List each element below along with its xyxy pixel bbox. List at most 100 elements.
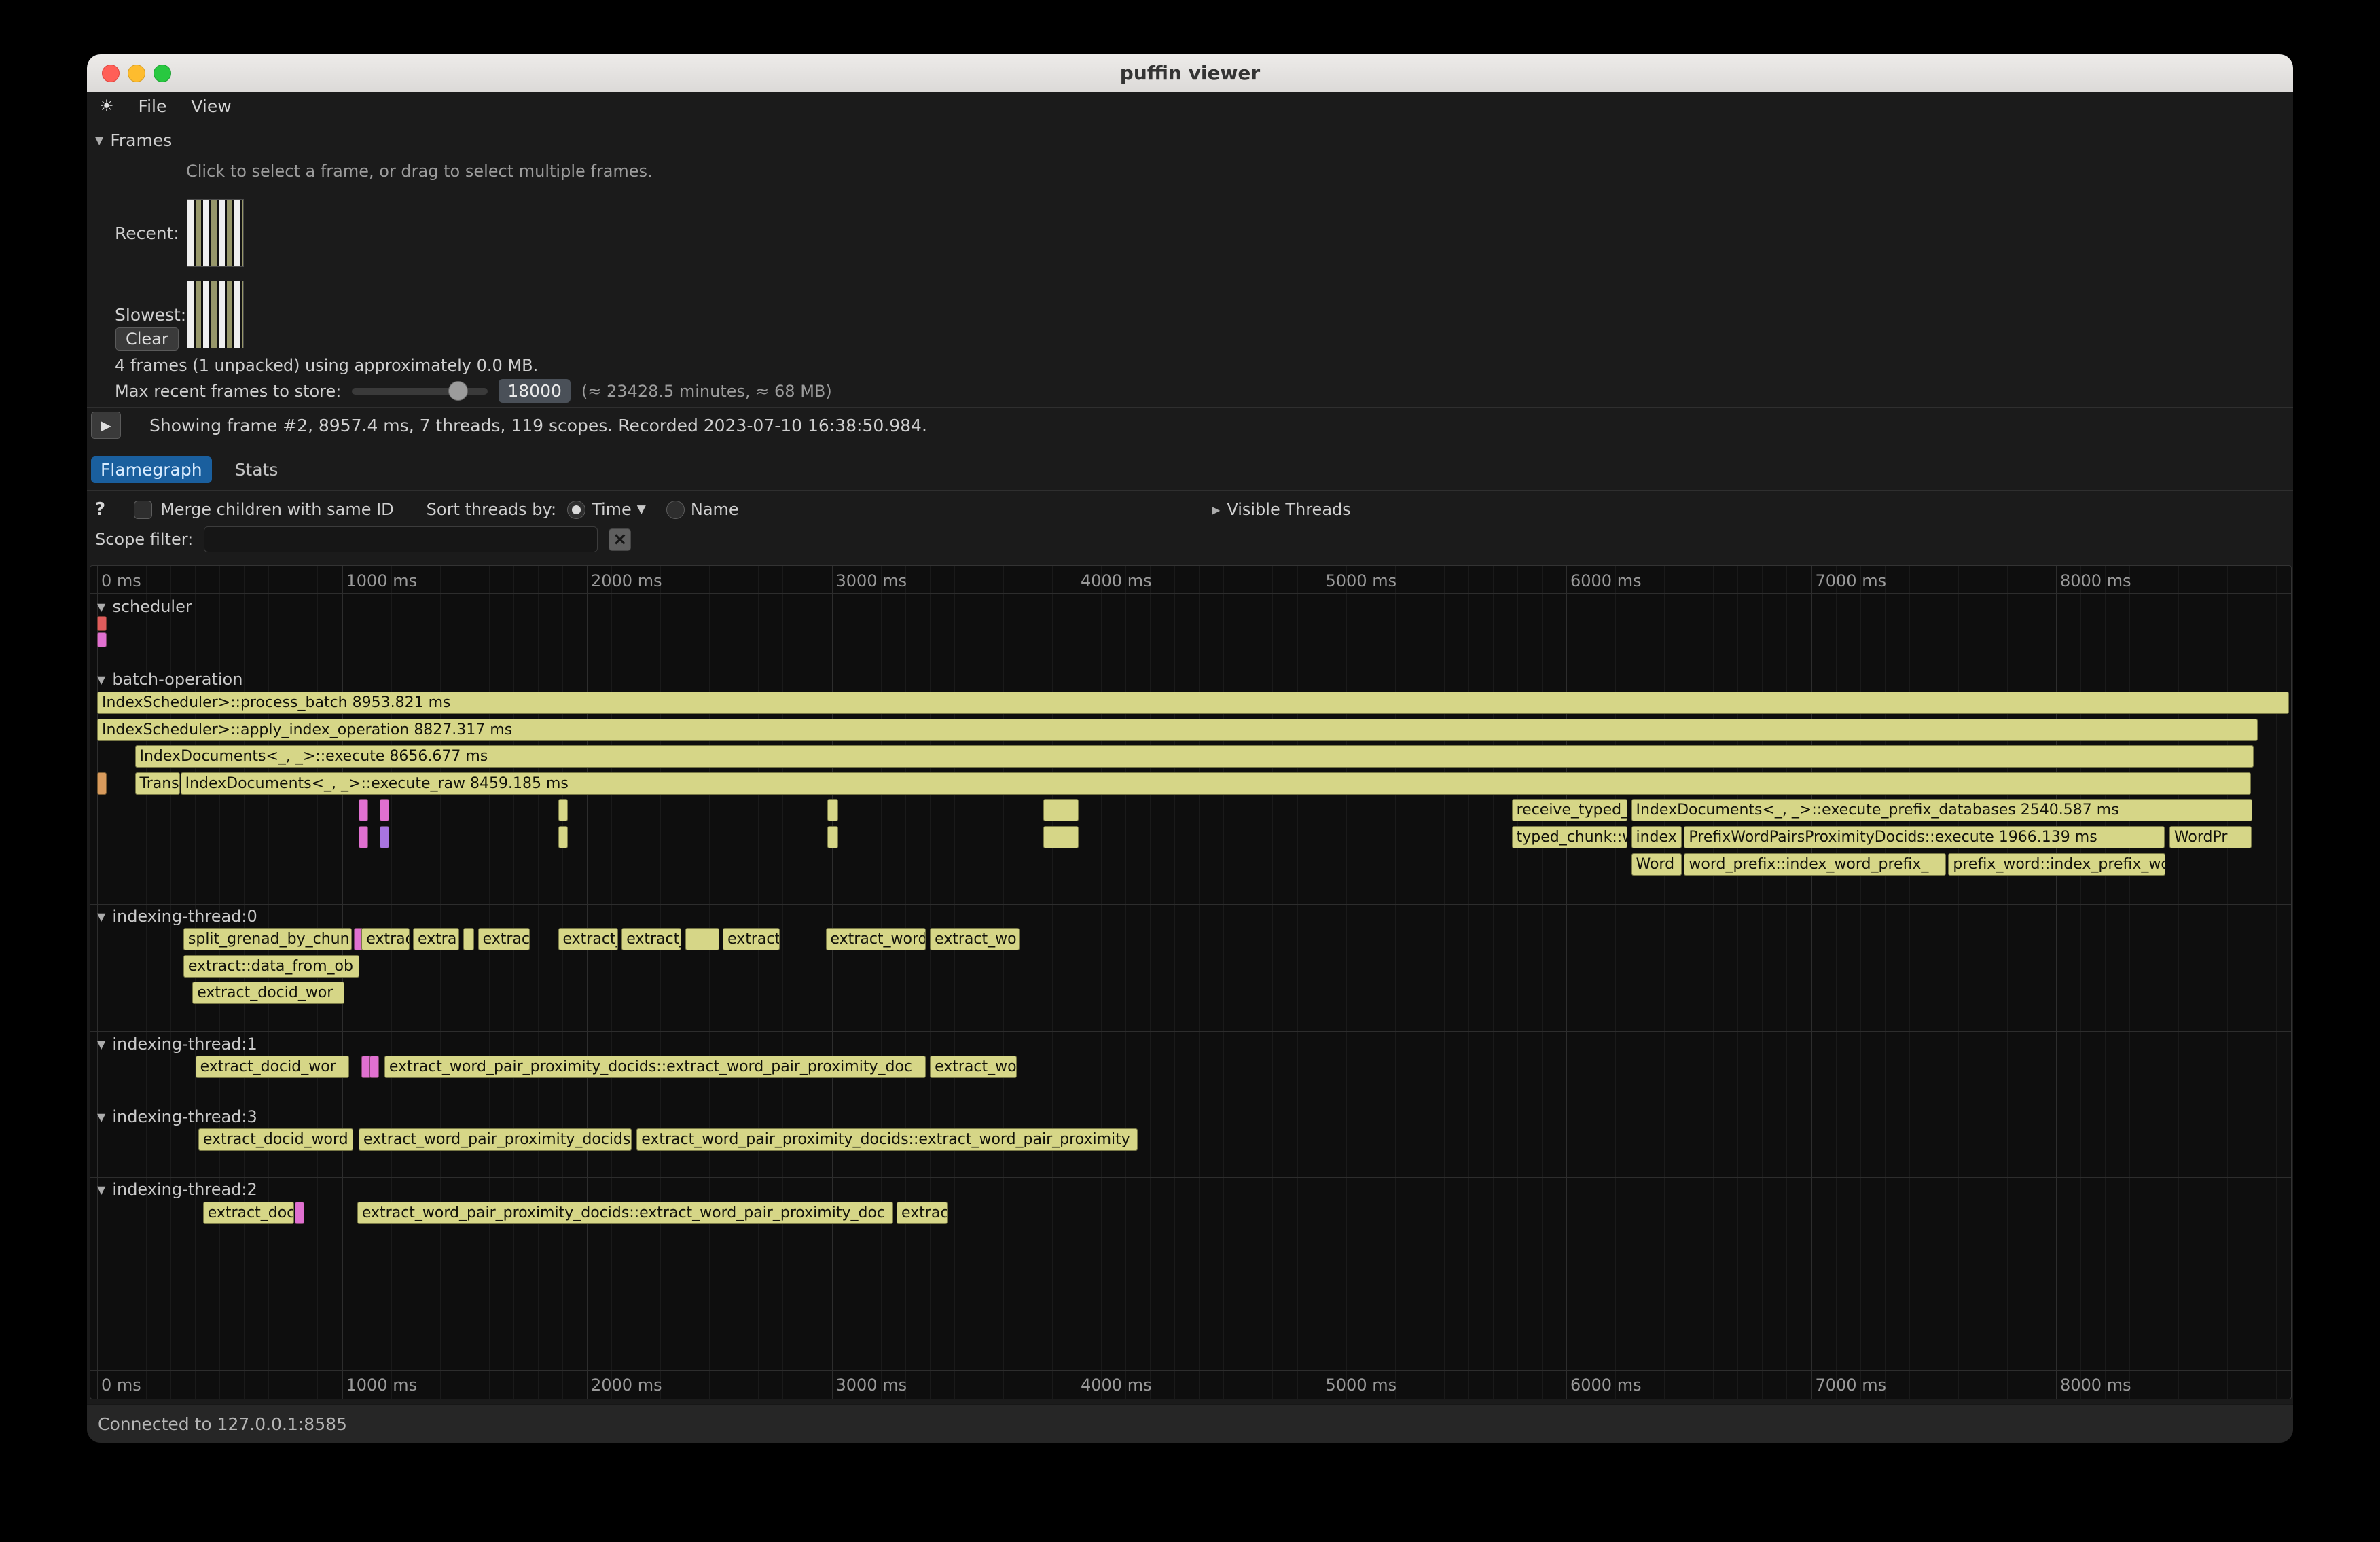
scope-bar[interactable]: PrefixWordPairsProximityDocids::execute … — [1684, 826, 2165, 848]
visible-threads-header[interactable]: ▶ Visible Threads — [1212, 500, 1351, 519]
scope-bar[interactable]: extract_word_pair_proximity_docids::extr… — [636, 1128, 1138, 1151]
tab-stats[interactable]: Stats — [235, 460, 278, 480]
scope-bar[interactable]: IndexDocuments<_, _>::execute_prefix_dat… — [1631, 799, 2253, 821]
scope-bar[interactable]: extract_docid_wor — [192, 982, 344, 1004]
frames-collapsible-header[interactable]: ▼ Frames — [95, 130, 172, 150]
menu-file[interactable]: File — [139, 96, 167, 116]
help-button[interactable]: ? — [95, 499, 105, 520]
sort-name-label: Name — [691, 500, 739, 519]
controls-row: ? Merge children with same ID Sort threa… — [95, 498, 2285, 521]
max-frames-slider[interactable] — [352, 388, 488, 395]
scope-bar[interactable]: receive_typed_ — [1512, 799, 1628, 821]
scope-bar[interactable] — [369, 1056, 379, 1078]
scope-bar[interactable]: word_prefix::index_word_prefix_ — [1684, 853, 1946, 876]
scope-bar[interactable]: extract — [361, 928, 409, 950]
sort-threads-label: Sort threads by: — [427, 500, 556, 519]
play-button[interactable]: ▶ — [91, 412, 121, 439]
thread-header-indexing-thread:1[interactable]: ▼indexing-thread:1 — [97, 1035, 257, 1054]
scope-bar[interactable] — [97, 616, 107, 631]
thread-header-indexing-thread:0[interactable]: ▼indexing-thread:0 — [97, 907, 257, 926]
scope-bar[interactable]: extract_word_pair_proximity_docids::extr… — [357, 1202, 893, 1224]
scope-bar[interactable]: Trans — [135, 772, 180, 795]
slider-knob[interactable] — [448, 381, 468, 401]
tab-flamegraph[interactable]: Flamegraph — [91, 456, 212, 483]
scope-bar[interactable]: IndexDocuments<_, _>::execute 8656.677 m… — [135, 745, 2254, 768]
clear-filter-icon[interactable]: × — [609, 528, 631, 551]
scope-bar[interactable]: extract_ — [558, 928, 618, 950]
grid-line — [1615, 566, 1616, 1399]
scope-bar[interactable]: extra — [413, 928, 459, 950]
clear-button[interactable]: Clear — [115, 327, 179, 351]
scope-bar[interactable]: extract_wo — [930, 1056, 1017, 1078]
scope-bar[interactable] — [558, 799, 568, 821]
recent-frames-thumbnail[interactable] — [187, 199, 244, 267]
scope-bar[interactable]: prefix_word::index_prefix_wo — [1948, 853, 2165, 876]
scope-bar[interactable] — [359, 799, 368, 821]
axis-tick-label: 6000 ms — [1570, 1376, 1642, 1395]
thread-header-batch-operation[interactable]: ▼batch-operation — [97, 670, 242, 689]
scope-bar[interactable] — [685, 928, 719, 950]
scope-bar[interactable] — [827, 799, 839, 821]
grid-line — [562, 566, 563, 1399]
grid-line — [440, 566, 441, 1399]
thread-header-scheduler[interactable]: ▼scheduler — [97, 597, 192, 616]
grid-line — [930, 566, 931, 1399]
max-frames-value[interactable]: 18000 — [499, 379, 571, 403]
max-frames-label: Max recent frames to store: — [115, 382, 341, 401]
separator — [87, 490, 2293, 491]
grid-line — [1542, 566, 1543, 1399]
scope-bar[interactable]: extract — [723, 928, 780, 950]
merge-children-checkbox[interactable] — [134, 501, 152, 519]
sort-direction-icon: ▼ — [637, 503, 646, 516]
sort-time-label: Time — [592, 500, 632, 519]
grid-line — [1003, 566, 1004, 1399]
scope-bar[interactable] — [380, 799, 389, 821]
scope-bar[interactable] — [558, 826, 568, 848]
sort-name-radio[interactable] — [666, 501, 685, 519]
scope-bar[interactable]: extract_wo — [930, 928, 1020, 950]
scope-bar[interactable]: extract_word — [826, 928, 926, 950]
thread-header-indexing-thread:3[interactable]: ▼indexing-thread:3 — [97, 1107, 257, 1126]
scope-bar[interactable] — [97, 772, 107, 795]
thread-name: batch-operation — [112, 670, 242, 689]
thread-header-indexing-thread:2[interactable]: ▼indexing-thread:2 — [97, 1180, 257, 1199]
grid-line — [1885, 566, 1886, 1399]
sort-time-radio[interactable] — [567, 501, 585, 519]
scope-bar[interactable] — [380, 826, 389, 848]
axis-tick-label: 0 ms — [101, 571, 141, 590]
scope-filter-input[interactable] — [204, 526, 598, 552]
scope-bar[interactable]: IndexScheduler>::apply_index_operation 8… — [97, 719, 2258, 741]
theme-toggle-icon[interactable]: ☀ — [99, 96, 114, 115]
menu-view[interactable]: View — [191, 96, 231, 116]
scope-bar[interactable] — [359, 826, 368, 848]
max-frames-note: (≈ 23428.5 minutes, ≈ 68 MB) — [581, 382, 832, 401]
scope-bar[interactable]: IndexScheduler>::process_batch 8953.821 … — [97, 692, 2289, 714]
scope-bar[interactable]: Word — [1631, 853, 1682, 876]
scope-bar[interactable]: extract_word_pair_proximity_docids — [359, 1128, 632, 1151]
grid-line — [2105, 566, 2106, 1399]
scope-bar[interactable] — [463, 928, 475, 950]
scope-bar[interactable]: WordPr — [2169, 826, 2252, 848]
scope-bar[interactable]: typed_chunk::w — [1512, 826, 1628, 848]
scope-bar[interactable]: extract_ — [621, 928, 681, 950]
scope-bar[interactable]: extract_doc — [203, 1202, 295, 1224]
max-frames-row: Max recent frames to store: 18000 (≈ 234… — [115, 379, 832, 403]
grid-line — [1297, 566, 1298, 1399]
scope-bar[interactable] — [295, 1202, 304, 1224]
axis-tick-label: 5000 ms — [1326, 571, 1397, 590]
scope-bar[interactable] — [1043, 826, 1079, 848]
scope-bar[interactable]: extract::data_from_ob — [183, 955, 359, 978]
scope-bar[interactable]: index — [1631, 826, 1682, 848]
scope-bar[interactable]: extract_word_pair_proximity_docids::extr… — [384, 1056, 926, 1078]
scope-bar[interactable]: extract_docid_word — [198, 1128, 353, 1151]
slowest-frames-thumbnail[interactable] — [187, 281, 244, 348]
scope-bar[interactable]: split_grenad_by_chun — [183, 928, 352, 950]
scope-bar[interactable]: IndexDocuments<_, _>::execute_raw 8459.1… — [181, 772, 2252, 795]
scope-bar[interactable]: extrac — [897, 1202, 948, 1224]
scope-bar[interactable] — [97, 632, 107, 647]
scope-bar[interactable] — [827, 826, 839, 848]
scope-bar[interactable] — [1043, 799, 1079, 821]
scope-bar[interactable]: extract_docid_wor — [196, 1056, 349, 1078]
scope-bar[interactable]: extrac — [478, 928, 530, 950]
status-bar: Connected to 127.0.0.1:8585 — [87, 1404, 2293, 1443]
